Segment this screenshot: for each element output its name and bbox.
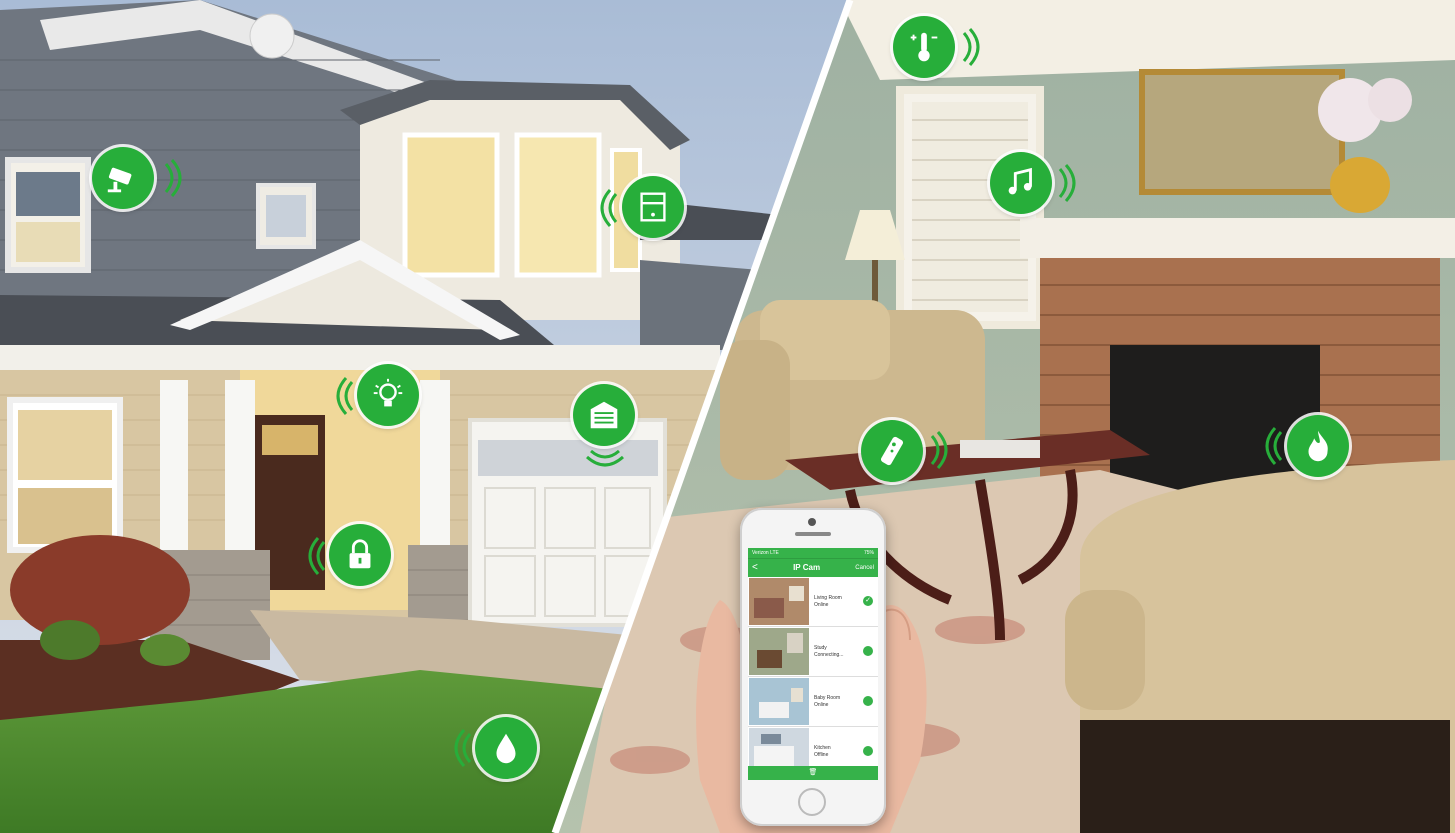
garage-door-icon[interactable] [573,384,635,446]
phone-speaker [795,532,831,536]
camera-name: Study [814,644,827,651]
camera-list-item[interactable]: Study Connecting... [748,627,878,677]
remote-control-icon[interactable] [861,420,923,482]
camera-list-item[interactable]: Baby Room Online [748,677,878,727]
battery-label: 75% [863,550,874,556]
signal-waves-icon [164,159,182,197]
trash-icon[interactable]: 🗑 [809,769,818,776]
smartphone: Verizon LTE 75% < IP Cam Cancel Living R… [740,508,886,826]
thermostat-icon[interactable] [893,16,955,78]
camera-status: Connecting... [814,651,844,658]
signal-waves-icon [962,28,980,66]
music-note-icon[interactable] [990,152,1052,214]
status-dot-icon [863,646,873,656]
camera-thumbnail [749,628,809,675]
app-title: IP Cam [793,563,821,572]
back-button[interactable]: < [752,559,758,577]
camera-thumbnail [749,678,809,725]
cancel-button[interactable]: Cancel [855,559,874,577]
signal-waves-icon [600,189,618,227]
camera-status: Offline [814,751,829,758]
status-dot-icon [863,696,873,706]
status-bar: Verizon LTE 75% [748,548,878,558]
camera-list-item[interactable]: Living Room Online ✓ [748,577,878,627]
camera-thumbnail [749,578,809,625]
carrier-label: Verizon LTE [752,550,779,556]
signal-waves-icon [930,431,948,469]
signal-waves-icon [586,449,624,467]
signal-waves-icon [1265,427,1283,465]
water-sprinkler-icon[interactable] [475,717,537,779]
camera-name: Kitchen [814,744,831,751]
door-lock-icon[interactable] [329,524,391,586]
signal-waves-icon [1058,164,1076,202]
camera-status: Online [814,601,829,608]
camera-name: Baby Room [814,694,841,701]
app-tab-bar: 🗑 [748,766,878,780]
front-camera [808,518,816,526]
fireplace-flame-icon[interactable] [1287,415,1349,477]
light-bulb-icon[interactable] [357,364,419,426]
signal-waves-icon [454,729,472,767]
check-icon: ✓ [863,596,873,606]
window-blinds-icon[interactable] [622,176,684,238]
signal-waves-icon [308,537,326,575]
home-button[interactable] [798,788,826,816]
signal-waves-icon [336,377,354,415]
app-nav-bar: < IP Cam Cancel [748,558,878,577]
camera-name: Living Room [814,594,842,601]
app-screen: Verizon LTE 75% < IP Cam Cancel Living R… [748,548,878,780]
status-dot-icon [863,746,873,756]
security-camera-icon[interactable] [92,147,154,209]
camera-status: Online [814,701,829,708]
